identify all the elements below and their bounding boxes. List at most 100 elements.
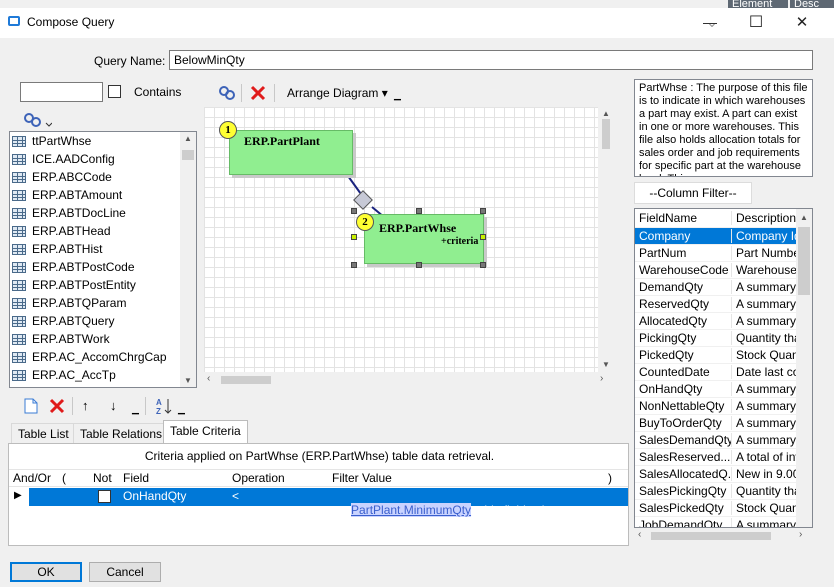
table-list-item[interactable]: ttPartWhse — [10, 132, 182, 150]
close-button[interactable]: ✕ — [782, 8, 822, 36]
table-list-item[interactable]: ERP.AC_AccTp — [10, 366, 182, 384]
not-checkbox[interactable] — [98, 490, 111, 503]
link-icon[interactable] — [218, 84, 236, 102]
table-list-item[interactable]: ERP.ABTPostCode — [10, 258, 182, 276]
filter-value-link[interactable]: PartPlant.MinimumQty — [351, 503, 472, 517]
field-description: Quantity tha — [731, 484, 797, 498]
sort-az-icon[interactable]: A Z — [155, 396, 175, 416]
delete-icon[interactable] — [249, 84, 267, 102]
table-search-input[interactable] — [20, 82, 103, 102]
toolbar-overflow-icon[interactable]: ▁ — [178, 404, 185, 415]
selection-handle[interactable] — [480, 262, 486, 268]
table-list-item[interactable]: ERP.ABTWork — [10, 330, 182, 348]
query-name-input[interactable]: BelowMinQty — [169, 50, 813, 70]
selection-handle[interactable] — [351, 234, 357, 240]
tab-table-relations[interactable]: Table Relations — [73, 423, 170, 444]
link-tables-icon[interactable] — [22, 111, 53, 129]
selection-handle[interactable] — [480, 234, 486, 240]
field-row[interactable]: WarehouseCode Warehouse — [635, 262, 797, 279]
field-name: JobDemandQty — [639, 518, 723, 528]
node-partwhse[interactable]: ERP.PartWhse +criteria — [364, 214, 484, 264]
table-list-item[interactable]: ERP.ABTAmount — [10, 186, 182, 204]
field-row[interactable]: BuyToOrderQty A summary — [635, 415, 797, 432]
table-list-item-label: ERP.ABTWork — [32, 332, 110, 346]
fields-grid[interactable]: FieldName Description Company Company Id P… — [634, 208, 813, 528]
criteria-field[interactable]: OnHandQty — [123, 489, 186, 503]
field-row[interactable]: PartNum Part Number — [635, 245, 797, 262]
field-row[interactable]: PickedQty Stock Quan — [635, 347, 797, 364]
diagram-canvas[interactable]: ERP.PartPlant 1 ERP.PartWhse +criteria 2… — [204, 107, 614, 372]
tab-table-list[interactable]: Table List — [11, 423, 76, 444]
field-row[interactable]: DemandQty A summary — [635, 279, 797, 296]
selection-handle[interactable] — [416, 208, 422, 214]
minimize-button[interactable]: — — [690, 8, 730, 36]
table-icon — [12, 207, 26, 219]
cancel-button[interactable]: Cancel — [89, 562, 161, 582]
contains-checkbox[interactable] — [108, 85, 121, 98]
node-partwhse-badge: 2 — [356, 213, 374, 231]
field-row[interactable]: SalesPickedQty Stock Quan — [635, 500, 797, 517]
table-list-item[interactable]: ERP.AC_AccomChrgCap — [10, 348, 182, 366]
field-row[interactable]: PickingQty Quantity tha — [635, 330, 797, 347]
table-list-scrollbar[interactable]: ▲ ▼ — [180, 132, 196, 387]
field-row[interactable]: Company Company Id — [635, 228, 797, 245]
field-description: Company Id — [731, 229, 797, 243]
toolbar-overflow-icon[interactable]: ▁ — [132, 404, 139, 415]
table-list[interactable]: ttPartWhse ICE.AADConfig ERP.ABCCode ERP.AB… — [9, 131, 197, 388]
selection-handle[interactable] — [351, 208, 357, 214]
selection-handle[interactable] — [416, 262, 422, 268]
table-list-item[interactable]: ERP.ABTHead — [10, 222, 182, 240]
field-row[interactable]: NonNettableQty A summary — [635, 398, 797, 415]
fields-grid-hscroll[interactable]: ‹ › — [635, 528, 812, 544]
field-row[interactable]: AllocatedQty A summary — [635, 313, 797, 330]
arrange-diagram-button[interactable]: Arrange Diagram ▾ — [287, 86, 388, 100]
criteria-filter-value[interactable]: PartPlant.MinimumQty table field value — [331, 489, 558, 531]
table-list-item[interactable]: ERP.ABTQParam — [10, 294, 182, 312]
field-name: OnHandQty — [639, 382, 703, 396]
contains-label: Contains — [134, 85, 182, 99]
table-list-item[interactable]: ERP.ABTPostEntity — [10, 276, 182, 294]
toolbar-overflow-icon[interactable]: ▁ — [394, 90, 401, 101]
field-row[interactable]: CountedDate Date last co — [635, 364, 797, 381]
selection-handle[interactable] — [480, 208, 486, 214]
delete-criteria-icon[interactable] — [49, 398, 65, 414]
table-list-item-label: ICE.AADConfig — [32, 152, 115, 166]
field-row[interactable]: SalesReserved... A total of inv — [635, 449, 797, 466]
field-name: NonNettableQty — [639, 399, 725, 413]
field-row[interactable]: SalesAllocatedQ... New in 9.00 — [635, 466, 797, 483]
field-row[interactable]: SalesDemandQty A summary — [635, 432, 797, 449]
field-row[interactable]: OnHandQty A summary — [635, 381, 797, 398]
header-fieldname: FieldName — [639, 211, 698, 225]
field-row[interactable]: JobDemandQty A summary — [635, 517, 797, 528]
field-row[interactable]: SalesPickingQty Quantity tha — [635, 483, 797, 500]
header-lparen: ( — [62, 471, 66, 485]
query-name-label: Query Name: — [94, 54, 166, 68]
field-row[interactable]: ReservedQty A summary — [635, 296, 797, 313]
diagram-hscroll[interactable]: ‹ › — [204, 372, 614, 388]
move-up-icon[interactable]: ↑ — [82, 398, 89, 413]
criteria-operation[interactable]: < — [232, 489, 239, 503]
maximize-button[interactable]: ☐ — [736, 8, 776, 36]
node-partplant[interactable]: ERP.PartPlant — [229, 130, 353, 175]
bg-tab-element: Element — [728, 0, 788, 8]
new-document-icon[interactable] — [24, 398, 38, 414]
table-icon — [12, 189, 26, 201]
fields-grid-scrollbar[interactable]: ▲ — [796, 209, 812, 527]
node-partplant-badge: 1 — [219, 121, 237, 139]
selection-handle[interactable] — [351, 262, 357, 268]
field-description: A summary — [731, 518, 797, 527]
move-down-icon[interactable]: ↓ — [110, 398, 117, 413]
field-name: AllocatedQty — [639, 314, 708, 328]
tab-table-criteria[interactable]: Table Criteria — [163, 420, 248, 444]
table-list-item[interactable]: ERP.ABTHist — [10, 240, 182, 258]
filter-value-suffix: table field value — [471, 503, 558, 517]
header-description: Description — [731, 211, 797, 225]
column-filter[interactable]: --Column Filter-- — [634, 182, 752, 204]
table-list-item[interactable]: ICE.AADConfig — [10, 150, 182, 168]
ok-button[interactable]: OK — [10, 562, 82, 582]
table-list-item[interactable]: ERP.ABTQuery — [10, 312, 182, 330]
table-list-item[interactable]: ERP.ABTDocLine — [10, 204, 182, 222]
table-list-item[interactable]: ERP.ABCCode — [10, 168, 182, 186]
diagram-vscroll[interactable]: ▲ ▼ — [598, 107, 614, 372]
criteria-row[interactable]: ▶ OnHandQty < PartPlant.MinimumQty table… — [9, 488, 628, 517]
